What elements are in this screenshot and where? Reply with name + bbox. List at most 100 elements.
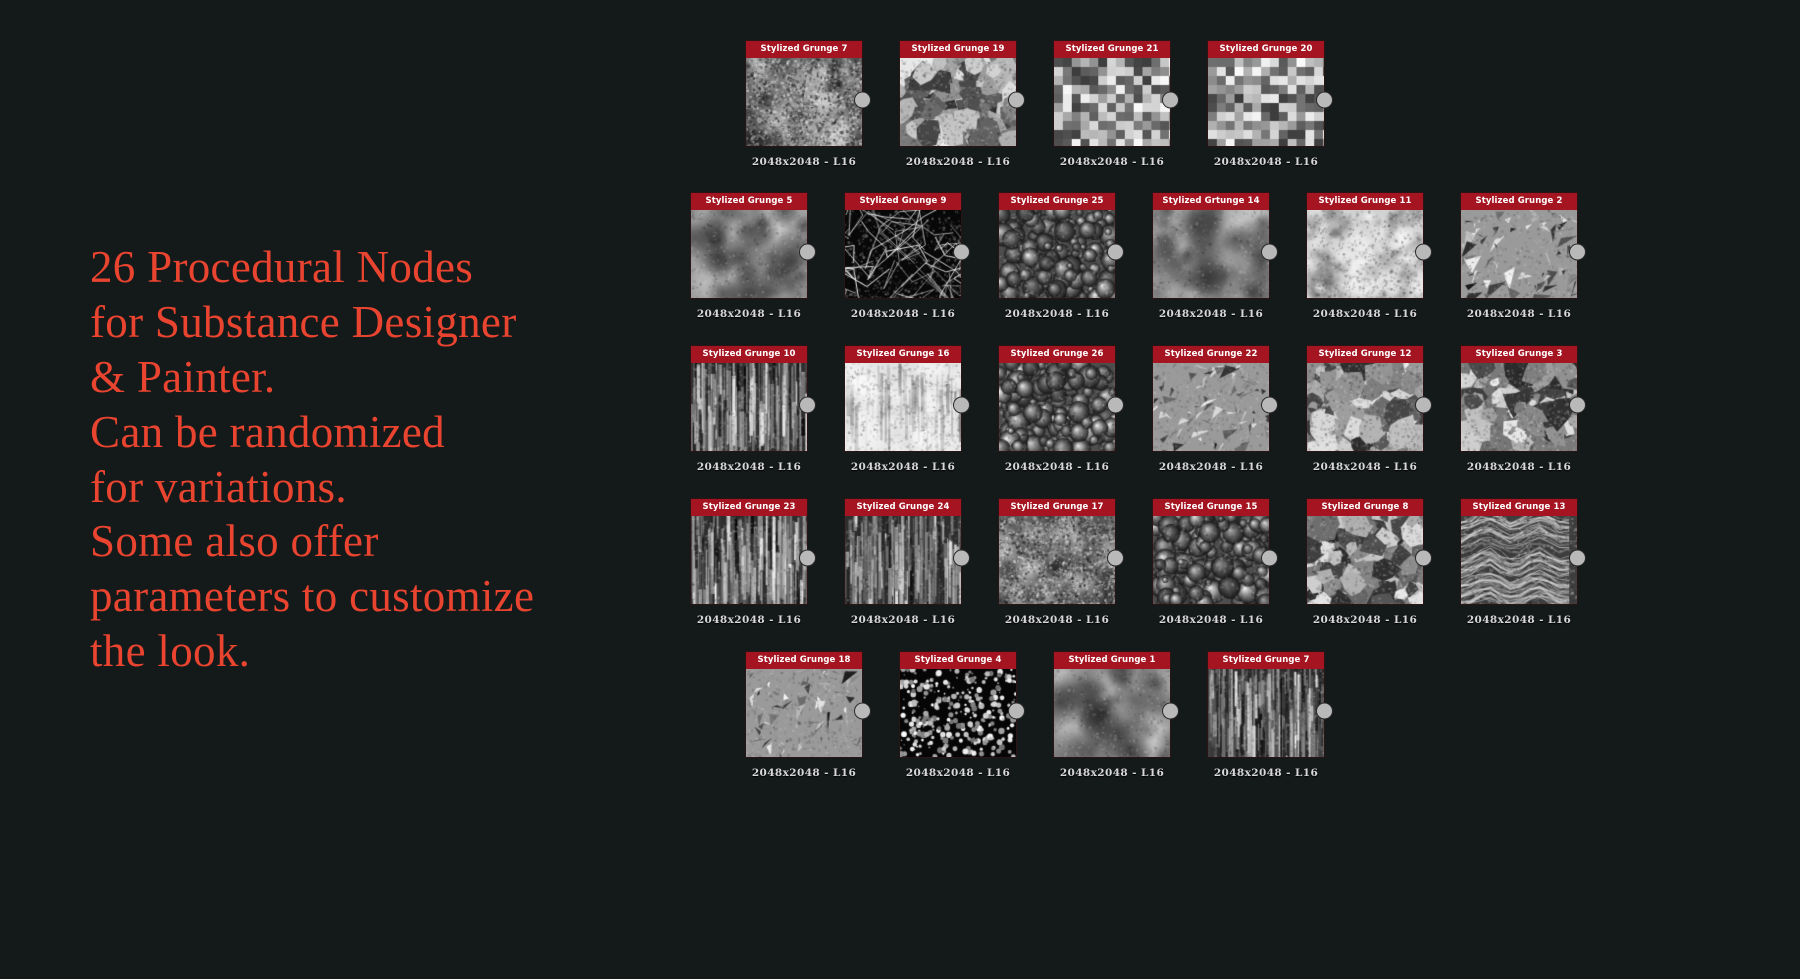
node-output-connector-icon[interactable] <box>799 396 816 414</box>
node-thumbnail <box>1054 668 1170 757</box>
node-card[interactable]: Stylized Grunge 16 2048x2048 - L16 <box>844 345 970 473</box>
node-card[interactable]: Stylized Grunge 8 2048x2048 - L16 <box>1306 498 1432 626</box>
node-output-connector-icon[interactable] <box>1415 549 1432 567</box>
node-body[interactable]: Stylized Grunge 26 <box>998 345 1124 452</box>
node-card[interactable]: Stylized Grunge 10 2048x2048 - L16 <box>690 345 816 473</box>
node-output-connector-icon[interactable] <box>799 243 816 261</box>
node-output-connector-icon[interactable] <box>1569 243 1586 261</box>
node-output-connector-icon[interactable] <box>1162 702 1179 720</box>
node-body[interactable]: Stylized Grtunge 14 <box>1152 192 1278 299</box>
node-caption: 2048x2048 - L16 <box>1158 613 1264 626</box>
node-output-connector-icon[interactable] <box>1107 549 1124 567</box>
node-card[interactable]: Stylized Grunge 5 2048x2048 - L16 <box>690 192 816 320</box>
node-output-connector-icon[interactable] <box>1569 396 1586 414</box>
node-title: Stylized Grunge 4 <box>900 652 1016 669</box>
node-output-connector-icon[interactable] <box>1008 91 1025 109</box>
node-body[interactable]: Stylized Grunge 3 <box>1460 345 1586 452</box>
node-card[interactable]: Stylized Grunge 26 2048x2048 - L16 <box>998 345 1124 473</box>
node-output-connector-icon[interactable] <box>1415 396 1432 414</box>
node-body[interactable]: Stylized Grunge 22 <box>1152 345 1278 452</box>
node-thumbnail <box>1054 57 1170 146</box>
node-output-connector-icon[interactable] <box>1162 91 1179 109</box>
node-card[interactable]: Stylized Grunge 9 2048x2048 - L16 <box>844 192 970 320</box>
node-caption: 2048x2048 - L16 <box>1312 613 1418 626</box>
node-thumbnail <box>845 362 961 451</box>
node-output-connector-icon[interactable] <box>953 396 970 414</box>
node-card[interactable]: Stylized Grunge 24 2048x2048 - L16 <box>844 498 970 626</box>
node-card[interactable]: Stylized Grunge 17 2048x2048 - L16 <box>998 498 1124 626</box>
node-caption: 2048x2048 - L16 <box>696 613 802 626</box>
node-card[interactable]: Stylized Grunge 15 2048x2048 - L16 <box>1152 498 1278 626</box>
node-thumbnail <box>1461 362 1577 451</box>
node-output-connector-icon[interactable] <box>1107 243 1124 261</box>
node-title: Stylized Grunge 26 <box>999 346 1115 363</box>
node-body[interactable]: Stylized Grunge 18 <box>745 651 871 758</box>
node-output-connector-icon[interactable] <box>1107 396 1124 414</box>
node-caption: 2048x2048 - L16 <box>1004 460 1110 473</box>
node-thumbnail <box>845 515 961 604</box>
node-card[interactable]: Stylized Grunge 19 2048x2048 - L16 <box>899 40 1025 168</box>
node-output-connector-icon[interactable] <box>1261 243 1278 261</box>
node-output-connector-icon[interactable] <box>1316 91 1333 109</box>
node-card[interactable]: Stylized Grunge 1 2048x2048 - L16 <box>1053 651 1179 779</box>
node-body[interactable]: Stylized Grunge 5 <box>690 192 816 299</box>
node-body[interactable]: Stylized Grunge 7 <box>1207 651 1333 758</box>
node-body[interactable]: Stylized Grunge 21 <box>1053 40 1179 147</box>
node-caption: 2048x2048 - L16 <box>1312 307 1418 320</box>
node-body[interactable]: Stylized Grunge 4 <box>899 651 1025 758</box>
node-card[interactable]: Stylized Grunge 2 2048x2048 - L16 <box>1460 192 1586 320</box>
node-caption: 2048x2048 - L16 <box>1004 307 1110 320</box>
node-thumbnail <box>1307 362 1423 451</box>
node-caption: 2048x2048 - L16 <box>850 307 956 320</box>
node-body[interactable]: Stylized Grunge 12 <box>1306 345 1432 452</box>
node-caption: 2048x2048 - L16 <box>1466 613 1572 626</box>
node-body[interactable]: Stylized Grunge 19 <box>899 40 1025 147</box>
node-card[interactable]: Stylized Grtunge 14 2048x2048 - L16 <box>1152 192 1278 320</box>
node-title: Stylized Grunge 17 <box>999 499 1115 516</box>
node-card[interactable]: Stylized Grunge 25 2048x2048 - L16 <box>998 192 1124 320</box>
node-body[interactable]: Stylized Grunge 17 <box>998 498 1124 605</box>
node-body[interactable]: Stylized Grunge 16 <box>844 345 970 452</box>
node-output-connector-icon[interactable] <box>1008 702 1025 720</box>
node-output-connector-icon[interactable] <box>854 91 871 109</box>
node-body[interactable]: Stylized Grunge 25 <box>998 192 1124 299</box>
node-card[interactable]: Stylized Grunge 7 2048x2048 - L16 <box>1207 651 1333 779</box>
node-output-connector-icon[interactable] <box>1569 549 1586 567</box>
node-body[interactable]: Stylized Grunge 9 <box>844 192 970 299</box>
node-output-connector-icon[interactable] <box>1261 549 1278 567</box>
node-card[interactable]: Stylized Grunge 23 2048x2048 - L16 <box>690 498 816 626</box>
node-output-connector-icon[interactable] <box>953 549 970 567</box>
node-body[interactable]: Stylized Grunge 8 <box>1306 498 1432 605</box>
node-body[interactable]: Stylized Grunge 2 <box>1460 192 1586 299</box>
node-body[interactable]: Stylized Grunge 20 <box>1207 40 1333 147</box>
node-card[interactable]: Stylized Grunge 11 2048x2048 - L16 <box>1306 192 1432 320</box>
node-body[interactable]: Stylized Grunge 13 <box>1460 498 1586 605</box>
node-grid: Stylized Grunge 7 2048x2048 - L16 Stylized… <box>690 40 1770 940</box>
node-output-connector-icon[interactable] <box>799 549 816 567</box>
node-body[interactable]: Stylized Grunge 23 <box>690 498 816 605</box>
node-card[interactable]: Stylized Grunge 4 2048x2048 - L16 <box>899 651 1025 779</box>
node-card[interactable]: Stylized Grunge 3 2048x2048 - L16 <box>1460 345 1586 473</box>
node-card[interactable]: Stylized Grunge 13 2048x2048 - L16 <box>1460 498 1586 626</box>
node-output-connector-icon[interactable] <box>854 702 871 720</box>
node-body[interactable]: Stylized Grunge 11 <box>1306 192 1432 299</box>
node-card[interactable]: Stylized Grunge 7 2048x2048 - L16 <box>745 40 871 168</box>
node-grid-row: Stylized Grunge 7 2048x2048 - L16 Stylized… <box>745 40 1333 168</box>
node-output-connector-icon[interactable] <box>953 243 970 261</box>
node-title: Stylized Grunge 13 <box>1461 499 1577 516</box>
node-caption: 2048x2048 - L16 <box>1158 460 1264 473</box>
node-card[interactable]: Stylized Grunge 21 2048x2048 - L16 <box>1053 40 1179 168</box>
node-body[interactable]: Stylized Grunge 15 <box>1152 498 1278 605</box>
node-thumbnail <box>1208 668 1324 757</box>
node-card[interactable]: Stylized Grunge 22 2048x2048 - L16 <box>1152 345 1278 473</box>
node-body[interactable]: Stylized Grunge 7 <box>745 40 871 147</box>
node-body[interactable]: Stylized Grunge 24 <box>844 498 970 605</box>
node-output-connector-icon[interactable] <box>1316 702 1333 720</box>
node-output-connector-icon[interactable] <box>1415 243 1432 261</box>
node-body[interactable]: Stylized Grunge 10 <box>690 345 816 452</box>
node-card[interactable]: Stylized Grunge 20 2048x2048 - L16 <box>1207 40 1333 168</box>
node-body[interactable]: Stylized Grunge 1 <box>1053 651 1179 758</box>
node-output-connector-icon[interactable] <box>1261 396 1278 414</box>
node-card[interactable]: Stylized Grunge 12 2048x2048 - L16 <box>1306 345 1432 473</box>
node-card[interactable]: Stylized Grunge 18 2048x2048 - L16 <box>745 651 871 779</box>
